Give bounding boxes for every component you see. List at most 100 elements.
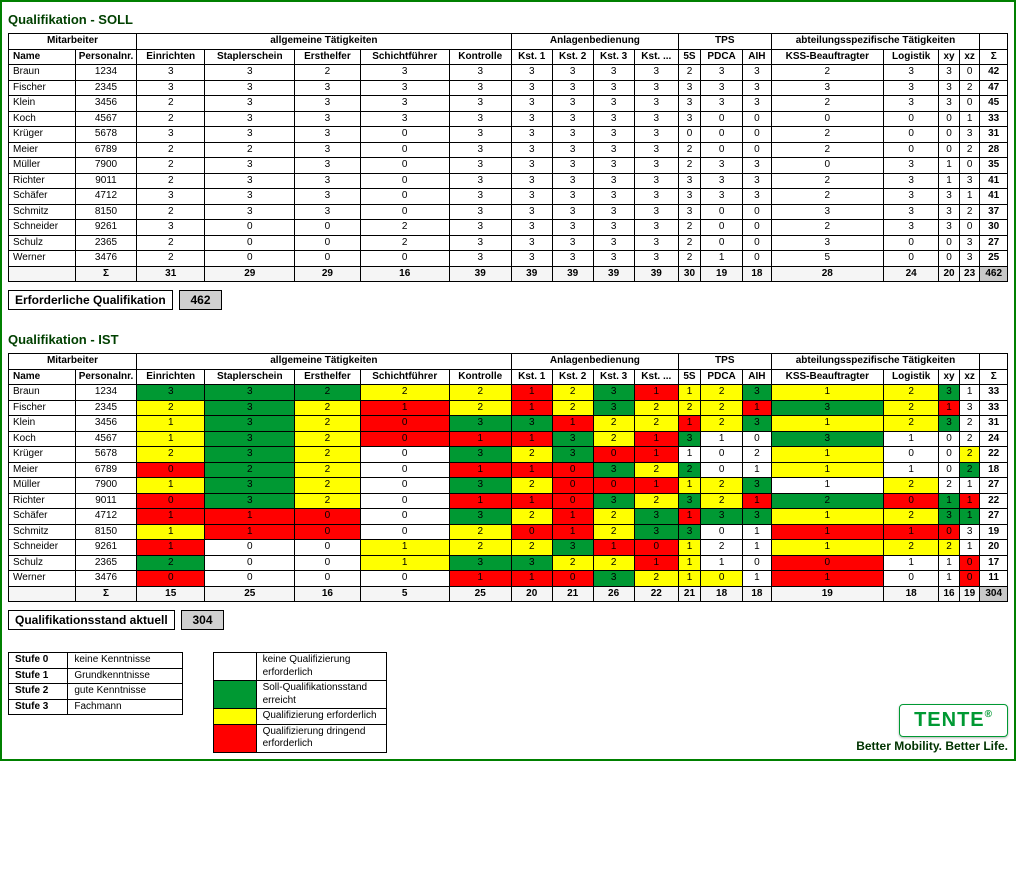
cell-value: 1	[884, 524, 939, 540]
cell-value: 1	[771, 478, 884, 494]
cell-value: 0	[884, 571, 939, 587]
cell-name: Schäfer	[9, 189, 76, 205]
col-header: 5S	[679, 49, 701, 65]
cell-value: 3	[959, 251, 980, 267]
cell-colsum: 29	[295, 266, 361, 282]
cell-rowsum: 28	[980, 142, 1008, 158]
cell-value: 3	[137, 189, 205, 205]
table-row: Müller7900132032001123122127	[9, 478, 1008, 494]
cell-pnr: 1234	[76, 385, 137, 401]
cell-value: 1	[511, 462, 552, 478]
cell-value: 2	[593, 416, 634, 432]
cell-value: 2	[700, 540, 742, 556]
col-header: Kontrolle	[449, 49, 511, 65]
cell-value: 3	[634, 142, 678, 158]
col-header: Σ	[980, 369, 1008, 385]
cell-value: 2	[295, 65, 361, 81]
cell-value: 3	[360, 96, 449, 112]
cell-value: 3	[593, 204, 634, 220]
cell-value: 2	[360, 235, 449, 251]
table-row: Schmitz8150233033333300333237	[9, 204, 1008, 220]
cell-value: 3	[295, 173, 361, 189]
cell-colsum: 21	[679, 586, 701, 602]
cell-value: 0	[939, 431, 960, 447]
cell-value: 3	[634, 80, 678, 96]
sum-row: Σ31292916393939393930191828242023462	[9, 266, 1008, 282]
cell-value: 0	[552, 493, 593, 509]
cell-value: 3	[552, 251, 593, 267]
cell-value: 0	[360, 524, 449, 540]
col-header: 5S	[679, 369, 701, 385]
cell-value: 3	[511, 80, 552, 96]
cell-value: 2	[634, 462, 678, 478]
cell-value: 2	[449, 540, 511, 556]
cell-value: 3	[449, 555, 511, 571]
cell-value: 2	[295, 431, 361, 447]
cell-value: 0	[205, 540, 295, 556]
cell-value: 3	[593, 235, 634, 251]
cell-pnr: 5678	[76, 447, 137, 463]
cell-rowsum: 11	[980, 571, 1008, 587]
col-header: Staplerschein	[205, 369, 295, 385]
cell-value: 3	[552, 173, 593, 189]
cell-colsum: 39	[634, 266, 678, 282]
cell-value: 0	[360, 173, 449, 189]
cell-colsum: 30	[679, 266, 701, 282]
cell-value: 3	[593, 400, 634, 416]
cell-value: 1	[959, 509, 980, 525]
cell-value: 3	[552, 204, 593, 220]
cell-value: 0	[360, 571, 449, 587]
cell-value: 3	[593, 65, 634, 81]
cell-pnr: 6789	[76, 142, 137, 158]
cell-pnr: 3476	[76, 251, 137, 267]
grp-tps: TPS	[679, 34, 771, 50]
cell-value: 1	[743, 524, 771, 540]
cell-colsum: 28	[771, 266, 884, 282]
cell-value: 2	[771, 189, 884, 205]
col-header: Kontrolle	[449, 369, 511, 385]
table-row: Richter9011233033333333231341	[9, 173, 1008, 189]
cell-value: 1	[771, 571, 884, 587]
cell-value: 1	[700, 555, 742, 571]
cell-value: 3	[449, 111, 511, 127]
cell-value: 3	[959, 173, 980, 189]
cell-rowsum: 33	[980, 111, 1008, 127]
table-row: Fischer2345232121232221321333	[9, 400, 1008, 416]
cell-value: 2	[511, 478, 552, 494]
cell-value: 3	[939, 189, 960, 205]
cell-value: 3	[205, 400, 295, 416]
table-row: Klein3456132033122123123231	[9, 416, 1008, 432]
cell-value: 0	[552, 571, 593, 587]
cell-value: 3	[700, 80, 742, 96]
section-title-ist: Qualifikation - IST	[8, 332, 1008, 347]
cell-value: 3	[552, 447, 593, 463]
cell-value: 3	[205, 96, 295, 112]
cell-value: 3	[743, 173, 771, 189]
cell-value: 0	[743, 220, 771, 236]
cell-value: 3	[295, 158, 361, 174]
cell-value: 2	[771, 220, 884, 236]
legend-level-row: Stufe 0keine Kenntnisse	[9, 653, 183, 669]
cell-value: 3	[679, 189, 701, 205]
cell-rowsum: 41	[980, 173, 1008, 189]
cell-value: 3	[771, 431, 884, 447]
cell-value: 0	[137, 462, 205, 478]
col-header: xz	[959, 369, 980, 385]
cell-colsum: 21	[552, 586, 593, 602]
col-header: Logistik	[884, 49, 939, 65]
cell-value: 3	[700, 509, 742, 525]
cell-pnr: 4567	[76, 431, 137, 447]
table-row: Meier6789022011032201110218	[9, 462, 1008, 478]
cell-value: 3	[449, 65, 511, 81]
cell-value: 2	[700, 400, 742, 416]
cell-colsum: 20	[939, 266, 960, 282]
cell-value: 0	[884, 493, 939, 509]
cell-value: 2	[137, 96, 205, 112]
cell-value: 2	[959, 204, 980, 220]
cell-value: 3	[205, 478, 295, 494]
cell-pnr: 4712	[76, 189, 137, 205]
cell-value: 0	[743, 235, 771, 251]
cell-value: 3	[593, 385, 634, 401]
cell-colsum: 19	[959, 586, 980, 602]
cell-value: 0	[743, 127, 771, 143]
